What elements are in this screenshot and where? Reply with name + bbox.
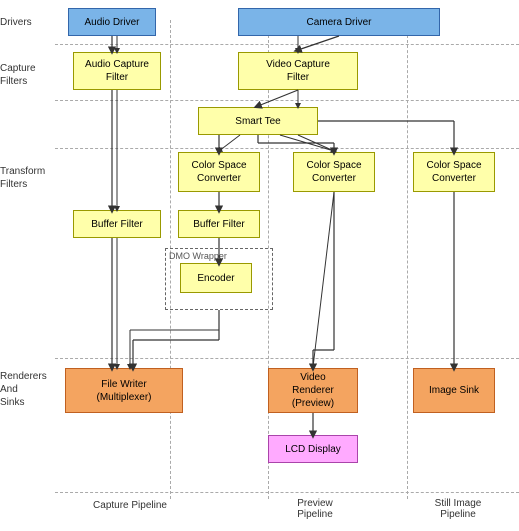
row-label-capture: CaptureFilters [0,62,55,88]
audio-capture-filter-box: Audio CaptureFilter [73,52,161,90]
grid-line-h-1 [55,44,519,45]
camera-driver-box: Camera Driver [238,8,440,36]
video-renderer-box: VideoRenderer(Preview) [268,368,358,413]
grid-line-h-2 [55,100,519,101]
color-space-converter-2-box: Color SpaceConverter [293,152,375,192]
still-image-pipeline-label: Still ImagePipeline [413,498,503,520]
grid-line-h-4 [55,358,519,359]
preview-pipeline-label: PreviewPipeline [270,498,360,520]
encoder-box: Encoder [180,263,252,293]
file-writer-box: File Writer(Multiplexer) [65,368,183,413]
color-space-converter-3-box: Color SpaceConverter [413,152,495,192]
grid-line-h-5 [55,492,519,493]
video-capture-filter-box: Video CaptureFilter [238,52,358,90]
buffer-filter-1-box: Buffer Filter [73,210,161,238]
diagram-container: Drivers CaptureFilters TransformFilters … [0,0,519,531]
capture-pipeline-label: Capture Pipeline [75,500,185,511]
buffer-filter-2-box: Buffer Filter [178,210,260,238]
lcd-display-box: LCD Display [268,435,358,463]
row-label-renderers: RenderersAndSinks [0,370,55,409]
row-label-transform: TransformFilters [0,165,55,191]
color-space-converter-1-box: Color SpaceConverter [178,152,260,192]
audio-driver-box: Audio Driver [68,8,156,36]
grid-line-v-3 [407,20,408,499]
image-sink-box: Image Sink [413,368,495,413]
smart-tee-box: Smart Tee [198,107,318,135]
row-label-drivers: Drivers [0,16,55,29]
grid-line-h-3 [55,148,519,149]
